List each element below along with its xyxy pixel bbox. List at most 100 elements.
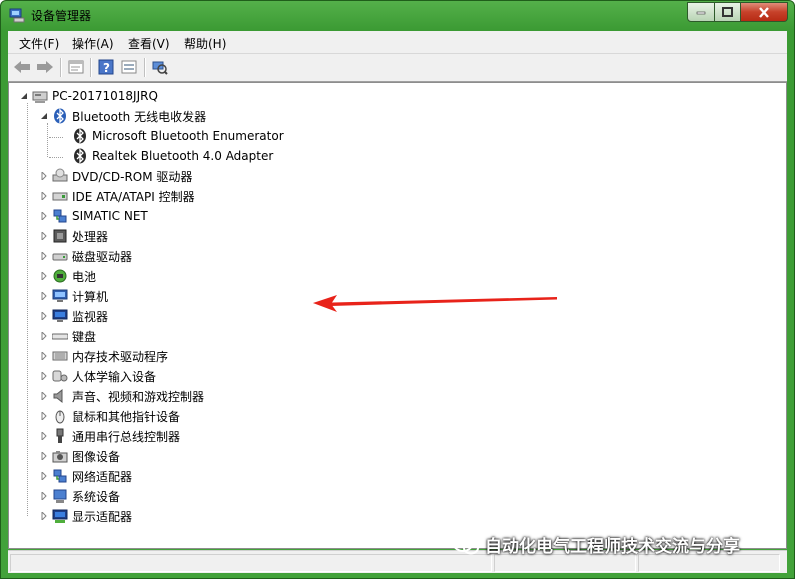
category-label: 显示适配器 (72, 509, 133, 524)
svg-text:?: ? (103, 61, 110, 75)
memory-device-icon (52, 348, 68, 364)
expand-icon[interactable] (39, 431, 49, 441)
minimize-icon (696, 11, 706, 15)
close-button[interactable] (741, 2, 788, 22)
computer-icon (32, 88, 48, 104)
wechat-icon (453, 535, 479, 554)
category-label: 系统设备 (72, 489, 121, 504)
scan-hardware-icon (152, 61, 168, 75)
expand-icon[interactable] (39, 311, 49, 321)
tree-category-hid[interactable]: 人体学输入设备 (39, 366, 156, 386)
dvd-drive-icon (52, 168, 68, 184)
device-label: Realtek Bluetooth 4.0 Adapter (92, 149, 274, 163)
expand-icon[interactable] (39, 291, 49, 301)
window-title: 设备管理器 (31, 9, 92, 23)
device-tree[interactable]: PC-20171018JJRQ Bluetooth 无线电收发器 Microso… (8, 82, 787, 549)
collapse-icon[interactable] (39, 111, 49, 121)
tree-root[interactable]: PC-20171018JJRQ (19, 86, 158, 106)
mouse-icon (52, 408, 68, 424)
expand-icon[interactable] (39, 371, 49, 381)
bluetooth-label: Bluetooth 无线电收发器 (72, 109, 207, 124)
tree-category-system-devices[interactable]: 系统设备 (39, 486, 120, 506)
usb-icon (52, 428, 68, 444)
category-label: 内存技术驱动程序 (72, 349, 169, 364)
view-icon (121, 60, 137, 74)
category-label: 人体学输入设备 (72, 369, 157, 384)
category-label: 声音、视频和游戏控制器 (72, 389, 205, 404)
forward-icon (37, 61, 53, 73)
disk-drive-icon (52, 248, 68, 264)
expand-icon[interactable] (39, 471, 49, 481)
speaker-icon (52, 388, 68, 404)
category-label: 电池 (72, 269, 97, 284)
maximize-button[interactable] (715, 2, 741, 22)
menu-file[interactable]: 文件(F) (19, 35, 59, 52)
tree-category-memory-tech[interactable]: 内存技术驱动程序 (39, 346, 168, 366)
root-label: PC-20171018JJRQ (52, 89, 158, 103)
camera-icon (52, 448, 68, 464)
expand-icon[interactable] (39, 231, 49, 241)
expand-icon[interactable] (39, 351, 49, 361)
tree-category-bluetooth[interactable]: Bluetooth 无线电收发器 (39, 106, 206, 126)
tree-category-processor[interactable]: 处理器 (39, 226, 108, 246)
watermark-text: 自动化电气工程师技术交流与分享 (485, 537, 740, 557)
device-manager-window: 设备管理器 文件(F) 操作(A) 查看(V) 帮助(H) ? PC-20171… (0, 0, 795, 579)
network-icon (52, 208, 68, 224)
expand-icon[interactable] (39, 171, 49, 181)
tree-category-battery[interactable]: 电池 (39, 266, 96, 286)
category-label: 监视器 (72, 309, 109, 324)
tree-category-keyboards[interactable]: 键盘 (39, 326, 96, 346)
tree-category-computer[interactable]: 计算机 (39, 286, 108, 306)
expand-icon[interactable] (39, 271, 49, 281)
menu-action[interactable]: 操作(A) (72, 35, 114, 52)
tree-category-display-adapters[interactable]: 显示适配器 (39, 506, 132, 526)
category-label: 磁盘驱动器 (72, 249, 133, 264)
system-device-icon (52, 488, 68, 504)
close-icon (759, 6, 769, 18)
menu-bar: 文件(F) 操作(A) 查看(V) 帮助(H) (8, 31, 787, 54)
view-button[interactable] (119, 58, 139, 76)
annotation-arrow (313, 295, 557, 312)
scan-hardware-button[interactable] (150, 58, 170, 76)
bluetooth-device-icon (72, 128, 88, 144)
back-button[interactable] (12, 58, 32, 76)
collapse-icon[interactable] (19, 91, 29, 101)
tree-category-disk-drives[interactable]: 磁盘驱动器 (39, 246, 132, 266)
properties-icon (68, 60, 84, 74)
category-label: 鼠标和其他指针设备 (72, 409, 181, 424)
tree-category-monitors[interactable]: 监视器 (39, 306, 108, 326)
menu-help[interactable]: 帮助(H) (184, 35, 226, 52)
tree-category-dvd-cdrom[interactable]: DVD/CD-ROM 驱动器 (39, 166, 192, 186)
properties-button[interactable] (66, 58, 86, 76)
category-label: IDE ATA/ATAPI 控制器 (72, 189, 195, 204)
tree-category-network-adapters[interactable]: 网络适配器 (39, 466, 132, 486)
forward-button[interactable] (35, 58, 55, 76)
tree-device-realtek-bt-adapter[interactable]: Realtek Bluetooth 4.0 Adapter (72, 146, 273, 166)
expand-icon[interactable] (39, 391, 49, 401)
tree-device-ms-bt-enumerator[interactable]: Microsoft Bluetooth Enumerator (72, 126, 284, 146)
tree-category-ide-ata[interactable]: IDE ATA/ATAPI 控制器 (39, 186, 195, 206)
help-button[interactable]: ? (96, 58, 116, 76)
back-icon (14, 61, 30, 73)
caption-buttons (687, 2, 788, 22)
expand-icon[interactable] (39, 451, 49, 461)
expand-icon[interactable] (39, 491, 49, 501)
status-pane-main (10, 554, 492, 572)
expand-icon[interactable] (39, 251, 49, 261)
expand-icon[interactable] (39, 411, 49, 421)
title-bar[interactable]: 设备管理器 (1, 1, 794, 29)
tree-category-simatic-net[interactable]: SIMATIC NET (39, 206, 148, 226)
expand-icon[interactable] (39, 511, 49, 521)
category-label: 通用串行总线控制器 (72, 429, 181, 444)
expand-icon[interactable] (39, 331, 49, 341)
minimize-button[interactable] (687, 2, 715, 22)
expand-icon[interactable] (39, 191, 49, 201)
menu-view[interactable]: 查看(V) (128, 35, 170, 52)
tree-category-mice[interactable]: 鼠标和其他指针设备 (39, 406, 180, 426)
help-icon: ? (98, 59, 114, 75)
category-label: 键盘 (72, 329, 97, 344)
expand-icon[interactable] (39, 211, 49, 221)
tree-category-sound-video-game[interactable]: 声音、视频和游戏控制器 (39, 386, 204, 406)
tree-category-imaging[interactable]: 图像设备 (39, 446, 120, 466)
tree-category-usb[interactable]: 通用串行总线控制器 (39, 426, 180, 446)
